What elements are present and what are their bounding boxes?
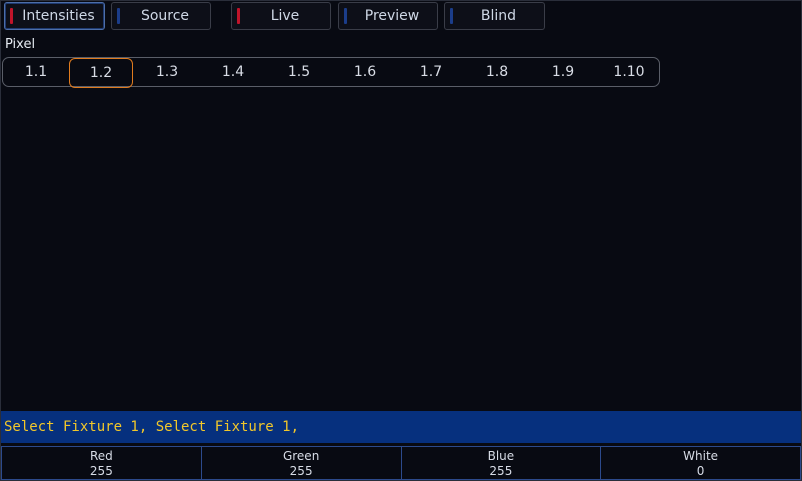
pixel-item-1-2[interactable]: 1.2 xyxy=(69,58,133,88)
pixel-item-1-4[interactable]: 1.4 xyxy=(201,58,265,88)
pixel-item-1-10[interactable]: 1.10 xyxy=(597,58,661,88)
tab-label: Live xyxy=(270,8,300,24)
tab-label: Source xyxy=(140,8,190,24)
tab-label: Preview xyxy=(364,8,420,24)
parameter-red[interactable]: Red 255 xyxy=(1,446,201,480)
tab-preview[interactable]: Preview xyxy=(338,2,438,30)
tab-color-marker xyxy=(117,8,120,24)
parameter-value: 255 xyxy=(289,464,313,478)
pixel-selector: 1.1 1.2 1.3 1.4 1.5 1.6 1.7 1.8 1.9 1.10 xyxy=(2,57,661,88)
parameter-name: Red xyxy=(89,449,113,463)
tab-label: Blind xyxy=(480,8,517,24)
parameter-bar: Red 255 Green 255 Blue 255 White 0 xyxy=(1,446,801,480)
parameter-white[interactable]: White 0 xyxy=(600,446,801,480)
parameter-name: White xyxy=(683,449,719,463)
tab-live[interactable]: Live xyxy=(231,2,331,30)
pixel-section-label: Pixel xyxy=(5,37,36,52)
parameter-value: 255 xyxy=(89,464,113,478)
parameter-name: Green xyxy=(282,449,320,463)
tab-color-marker xyxy=(450,8,453,24)
tab-color-marker xyxy=(10,8,13,24)
pixel-item-1-8[interactable]: 1.8 xyxy=(465,58,529,88)
pixel-item-1-7[interactable]: 1.7 xyxy=(399,58,463,88)
tab-source[interactable]: Source xyxy=(111,2,211,30)
pixel-item-1-3[interactable]: 1.3 xyxy=(135,58,199,88)
parameter-name: Blue xyxy=(487,449,515,463)
pixel-item-1-9[interactable]: 1.9 xyxy=(531,58,595,88)
pixel-item-1-5[interactable]: 1.5 xyxy=(267,58,331,88)
tab-label: Intensities xyxy=(22,8,95,24)
parameter-green[interactable]: Green 255 xyxy=(200,446,401,480)
tab-color-marker xyxy=(237,8,240,24)
pixel-item-1-1[interactable]: 1.1 xyxy=(4,58,68,88)
tab-intensities[interactable]: Intensities xyxy=(4,2,105,30)
parameter-blue[interactable]: Blue 255 xyxy=(400,446,601,480)
console-screen: Intensities Source Live Preview Blind Pi… xyxy=(0,0,802,481)
tab-color-marker xyxy=(344,8,347,24)
parameter-value: 0 xyxy=(696,464,705,478)
tab-bar: Intensities Source Live Preview Blind xyxy=(1,1,801,35)
pixel-item-1-6[interactable]: 1.6 xyxy=(333,58,397,88)
command-line[interactable]: Select Fixture 1, Select Fixture 1, xyxy=(1,411,801,443)
tab-blind[interactable]: Blind xyxy=(444,2,545,30)
parameter-value: 255 xyxy=(489,464,513,478)
